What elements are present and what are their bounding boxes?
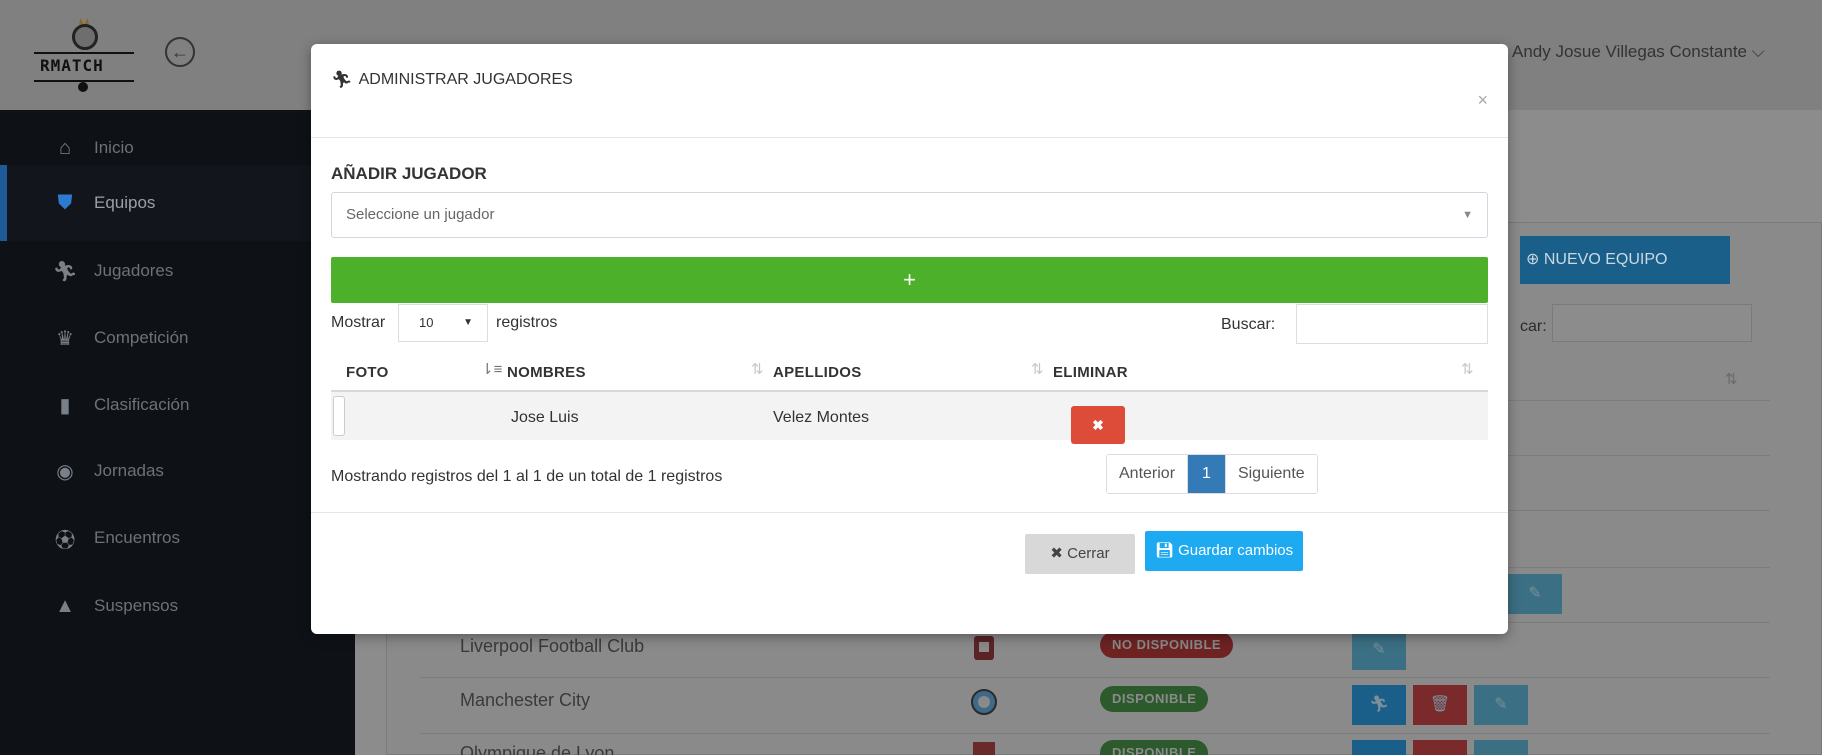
warning-icon: ▲	[55, 594, 75, 617]
remove-player-button[interactable]: ✖	[1071, 406, 1125, 444]
edit-button[interactable]: ✎	[1352, 630, 1406, 670]
bg-search-input[interactable]	[1552, 304, 1752, 342]
status-badge: DISPONIBLE	[1100, 686, 1209, 712]
close-button[interactable]: ✖ Cerrar	[1025, 534, 1135, 574]
trash-icon: 🗑︎	[1429, 696, 1451, 713]
modal-header: 🏃︎ ADMINISTRAR JUGADORES ×	[311, 44, 1508, 138]
player-photo	[333, 396, 345, 436]
sidebar: ⌂ Inicio ⛊ Equipos 🏃︎ Jugadores ♛ Competició…	[0, 110, 355, 755]
sort-icon[interactable]: ⇅	[751, 360, 764, 378]
delete-button[interactable]: 🗑︎	[1413, 685, 1467, 725]
edit-icon: ✎	[1494, 696, 1508, 713]
user-name: Andy Josue Villegas Constante	[1512, 42, 1748, 61]
team-name: Manchester City	[460, 690, 591, 710]
sidebar-item-jugadores[interactable]: 🏃︎ Jugadores	[0, 233, 355, 309]
delete-button[interactable]	[1413, 740, 1467, 755]
players-button[interactable]	[1352, 740, 1406, 755]
pagination-previous[interactable]: Anterior	[1107, 455, 1188, 493]
logo-text: RMATCH	[40, 56, 104, 75]
shield-icon: ⛊	[57, 191, 73, 214]
table-row	[331, 392, 1488, 440]
page-length-select[interactable]: 10 ▼	[398, 304, 488, 342]
sidebar-item-competicion[interactable]: ♛ Competición	[0, 300, 355, 376]
plus-circle-icon: ⊕	[1526, 251, 1544, 268]
new-team-button[interactable]: ⊕ NUEVO EQUIPO	[1520, 236, 1730, 284]
running-icon: 🏃︎	[331, 70, 353, 89]
sidebar-item-equipos[interactable]: ⛊ Equipos	[0, 165, 355, 241]
edit-button[interactable]: ✎	[1474, 685, 1528, 725]
manage-players-modal: 🏃︎ ADMINISTRAR JUGADORES × AÑADIR JUGADO…	[311, 44, 1508, 634]
user-menu[interactable]: Andy Josue Villegas Constante ⌵	[1512, 42, 1822, 62]
sort-asc-icon[interactable]: ⇂≡	[481, 360, 502, 378]
team-name: Olympique de Lyon	[460, 743, 615, 755]
ball-icon	[72, 24, 98, 50]
edit-icon: ✎	[1528, 585, 1542, 602]
lyon-crest-icon	[973, 742, 995, 755]
close-icon: ✖	[1050, 545, 1063, 562]
modal-footer-divider	[311, 512, 1508, 513]
chevron-down-icon: ⌵	[1747, 42, 1765, 61]
arrow-left-icon: ←	[171, 42, 189, 62]
sidebar-item-encuentros[interactable]: ⚽︎ Encuentros	[0, 500, 355, 576]
pagination-page-1[interactable]: 1	[1187, 455, 1225, 493]
status-badge: DISPONIBLE	[1100, 740, 1209, 755]
player-last-name: Velez Montes	[773, 409, 870, 426]
liverpool-crest-icon	[974, 636, 994, 660]
running-icon: 🏃︎	[1368, 696, 1390, 713]
caret-down-icon: ▼	[463, 317, 473, 328]
pagination-next[interactable]: Siguiente	[1224, 455, 1317, 493]
add-player-button[interactable]: +	[331, 257, 1488, 303]
sidebar-item-suspensos[interactable]: ▲ Suspensos	[0, 568, 355, 644]
column-header-eliminar[interactable]: ELIMINAR	[1053, 364, 1128, 381]
rmatch-logo[interactable]: RMATCH	[34, 18, 146, 98]
soccer-ball-icon: ⚽︎	[55, 529, 75, 552]
column-header-nombres[interactable]: NOMBRES	[507, 364, 586, 381]
save-icon: 💾︎	[1154, 542, 1174, 559]
player-select-placeholder: Seleccione un jugador	[346, 206, 495, 223]
save-changes-button[interactable]: 💾︎ Guardar cambios	[1145, 531, 1303, 571]
sidebar-item-jornadas[interactable]: ◉ Jornadas	[0, 433, 355, 509]
column-header-foto[interactable]: FOTO	[346, 364, 389, 381]
players-button[interactable]: 🏃︎	[1352, 685, 1406, 725]
trophy-icon: ♛	[56, 327, 74, 350]
edit-button[interactable]	[1474, 740, 1528, 755]
edit-button[interactable]: ✎	[1508, 574, 1562, 614]
edit-icon: ✎	[1372, 641, 1386, 658]
manchester-city-crest-icon	[971, 689, 997, 715]
table-info: Mostrando registros del 1 al 1 de un tot…	[331, 468, 723, 485]
sidebar-collapse-button[interactable]: ←	[165, 37, 195, 67]
sidebar-item-clasificacion[interactable]: ▮ Clasificación	[0, 367, 355, 443]
player-first-name: Jose Luis	[511, 409, 579, 426]
player-select[interactable]: Seleccione un jugador ▼	[331, 192, 1488, 238]
sort-icon[interactable]: ⇅	[1031, 360, 1044, 378]
clipboard-icon: ▮	[59, 394, 71, 417]
team-name: Liverpool Football Club	[460, 636, 645, 656]
search-input[interactable]	[1296, 304, 1488, 344]
status-badge: NO DISPONIBLE	[1100, 632, 1234, 658]
logo-area: RMATCH ←	[0, 0, 355, 110]
add-player-heading: AÑADIR JUGADOR	[331, 164, 487, 183]
caret-down-icon: ▼	[1462, 209, 1473, 221]
sort-icon[interactable]: ⇅	[1725, 370, 1738, 388]
length-label-after: registros	[496, 314, 558, 331]
pagination: Anterior 1 Siguiente	[1106, 454, 1318, 494]
bg-search-label: car:	[1520, 318, 1547, 335]
clock-icon: ◉	[56, 460, 74, 483]
length-label: Mostrar	[331, 314, 386, 331]
modal-title: 🏃︎ ADMINISTRAR JUGADORES	[331, 70, 573, 89]
running-icon: 🏃︎	[52, 260, 78, 283]
sort-icon[interactable]: ⇅	[1461, 360, 1474, 378]
modal-close-button[interactable]: ×	[1477, 90, 1488, 111]
column-header-apellidos[interactable]: APELLIDOS	[773, 364, 862, 381]
home-icon: ⌂	[58, 136, 72, 159]
close-icon: ✖	[1092, 417, 1104, 433]
search-label: Buscar:	[1221, 316, 1276, 333]
